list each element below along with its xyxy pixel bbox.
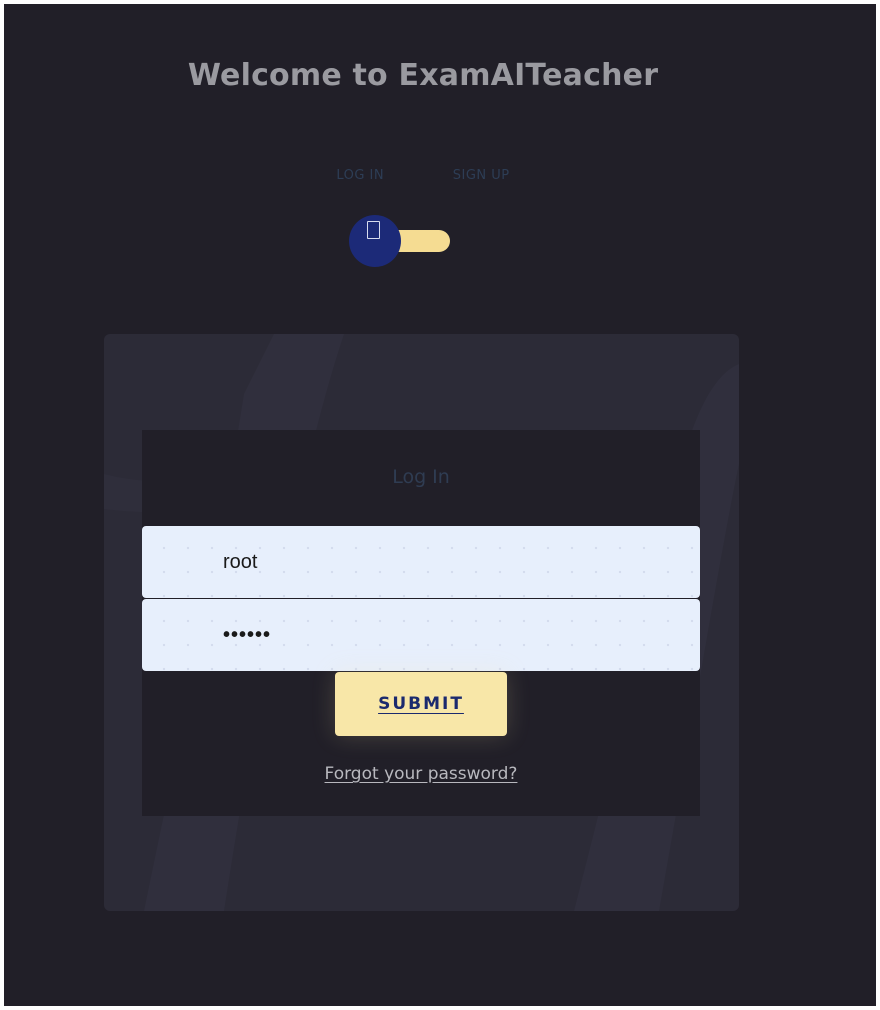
forgot-password-link[interactable]: Forgot your password? (142, 764, 700, 784)
tab-sign-up[interactable]: SIGN UP (453, 168, 510, 183)
mode-tabs: LOG IN SIGN UP (4, 168, 842, 183)
submit-button[interactable]: SUBMIT (335, 672, 507, 736)
card-icon (367, 221, 380, 239)
login-form: Log In root •••••• SUBMIT Forgot your pa… (142, 430, 700, 816)
toggle-knob[interactable] (349, 215, 401, 267)
password-value: •••••• (223, 623, 272, 646)
form-title: Log In (392, 466, 450, 488)
page-title: Welcome to ExamAITeacher (187, 58, 659, 93)
tab-log-in[interactable]: LOG IN (336, 168, 384, 183)
password-field[interactable]: •••••• (142, 599, 700, 671)
username-field[interactable]: root (142, 526, 700, 598)
username-value: root (223, 550, 258, 573)
login-page: Welcome to ExamAITeacher LOG IN SIGN UP … (4, 4, 876, 1006)
login-card: Log In root •••••• SUBMIT Forgot your pa… (104, 334, 739, 911)
